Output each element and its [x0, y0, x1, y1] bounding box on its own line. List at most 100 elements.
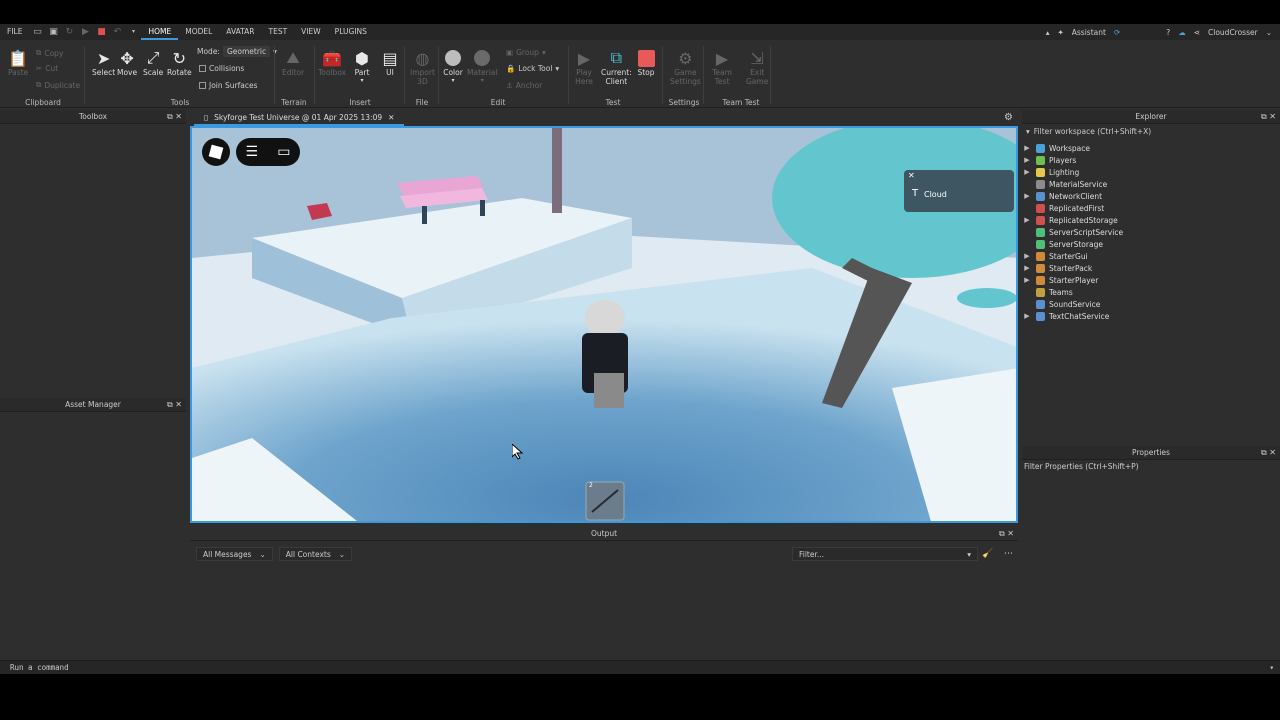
- sync-icon[interactable]: ⟳: [1114, 28, 1120, 37]
- menu-test[interactable]: TEST: [262, 24, 295, 40]
- toolbox-button[interactable]: 🧰 Toolbox: [318, 48, 346, 78]
- properties-filter[interactable]: Filter Properties (Ctrl+Shift+P): [1024, 462, 1274, 474]
- explorer-item[interactable]: MaterialService: [1022, 178, 1278, 190]
- team-test-button[interactable]: ▶ Team Test: [712, 48, 732, 87]
- menu-home[interactable]: HOME: [141, 24, 179, 40]
- play-here-button[interactable]: ▶ Play Here: [574, 48, 594, 87]
- scale-button[interactable]: ⤢ Scale: [143, 48, 163, 77]
- expand-arrow-icon[interactable]: ▶: [1022, 252, 1032, 260]
- menu-avatar[interactable]: AVATAR: [219, 24, 261, 40]
- current-client-button[interactable]: ⧉ Current: Client: [601, 48, 632, 86]
- material-button[interactable]: Material ▾: [467, 48, 497, 84]
- menu-view[interactable]: VIEW: [294, 24, 328, 40]
- close-icon[interactable]: ✕: [175, 400, 182, 409]
- pop-out-icon[interactable]: ⧉: [999, 529, 1005, 538]
- cloud-icon[interactable]: ☁: [1178, 28, 1186, 37]
- expand-arrow-icon[interactable]: ▶: [1022, 156, 1032, 164]
- stop-icon[interactable]: ■: [96, 27, 106, 37]
- explorer-item[interactable]: Teams: [1022, 286, 1278, 298]
- group-button[interactable]: ▣ Group ▾: [506, 48, 546, 57]
- share-icon[interactable]: ⋖: [1194, 28, 1200, 37]
- menu-plugins[interactable]: PLUGINS: [328, 24, 374, 40]
- username[interactable]: CloudCrosser: [1208, 28, 1258, 37]
- collapse-ribbon-icon[interactable]: ▴: [1046, 28, 1050, 37]
- expand-arrow-icon[interactable]: ▶: [1022, 276, 1032, 284]
- explorer-item[interactable]: ▶ Players: [1022, 154, 1278, 166]
- assistant-icon[interactable]: ✦: [1057, 28, 1063, 37]
- output-filter-input[interactable]: Filter... ▾: [792, 547, 978, 561]
- chevron-down-icon[interactable]: ▾: [1269, 661, 1274, 675]
- explorer-item[interactable]: ServerStorage: [1022, 238, 1278, 250]
- new-file-icon[interactable]: ▭: [32, 27, 42, 37]
- cut-button[interactable]: ✂ Cut: [36, 64, 58, 73]
- viewport-settings-icon[interactable]: ⚙: [1004, 112, 1013, 123]
- collisions-toggle[interactable]: Collisions: [199, 64, 244, 73]
- undo-icon[interactable]: ↶: [112, 27, 122, 37]
- explorer-filter[interactable]: ▾ Filter workspace (Ctrl+Shift+X): [1026, 125, 1276, 137]
- expand-arrow-icon[interactable]: ▶: [1022, 216, 1032, 224]
- assistant-label[interactable]: Assistant: [1072, 28, 1106, 37]
- terrain-editor-button[interactable]: ⛰ Editor: [282, 48, 304, 77]
- explorer-item[interactable]: ▶ Workspace: [1022, 142, 1278, 154]
- close-icon[interactable]: ✕: [1269, 448, 1276, 457]
- clear-output-icon[interactable]: 🧹: [982, 549, 993, 559]
- rotate-button[interactable]: ↻ Rotate: [167, 48, 192, 78]
- roblox-menu-button[interactable]: [202, 138, 230, 166]
- pop-out-icon[interactable]: ⧉: [1261, 112, 1267, 121]
- copy-button[interactable]: ⧉ Copy: [36, 48, 63, 58]
- join-surfaces-checkbox[interactable]: [199, 82, 206, 89]
- expand-arrow-icon[interactable]: ▶: [1022, 264, 1032, 272]
- dropdown-icon[interactable]: ▾: [128, 27, 138, 37]
- join-surfaces-toggle[interactable]: Join Surfaces: [199, 81, 258, 90]
- tab-place[interactable]: ▯ Skyforge Test Universe @ 01 Apr 2025 1…: [194, 110, 405, 126]
- menu-file[interactable]: FILE: [0, 24, 29, 40]
- contexts-dropdown[interactable]: All Contexts ⌄: [278, 547, 353, 561]
- move-button[interactable]: ✥ Move: [117, 48, 137, 78]
- expand-arrow-icon[interactable]: ▶: [1022, 312, 1032, 320]
- explorer-item[interactable]: ReplicatedFirst: [1022, 202, 1278, 214]
- pop-out-icon[interactable]: ⧉: [1261, 448, 1267, 457]
- part-button[interactable]: ⬢ Part ▾: [352, 48, 372, 85]
- menu-model[interactable]: MODEL: [178, 24, 219, 40]
- close-icon[interactable]: ✕: [908, 171, 915, 180]
- more-options-icon[interactable]: ⋯: [1004, 549, 1013, 559]
- explorer-item[interactable]: ▶ StarterPack: [1022, 262, 1278, 274]
- explorer-item[interactable]: ▶ Lighting: [1022, 166, 1278, 178]
- expand-icon[interactable]: ⌄: [1266, 28, 1272, 37]
- lock-tool-button[interactable]: 🔒 Lock Tool ▾: [506, 64, 559, 73]
- pop-out-icon[interactable]: ⧉: [167, 112, 173, 121]
- expand-arrow-icon[interactable]: ▶: [1022, 144, 1032, 152]
- redo-icon[interactable]: ↻: [64, 27, 74, 37]
- open-file-icon[interactable]: ▣: [48, 27, 58, 37]
- duplicate-button[interactable]: ⧉ Duplicate: [36, 80, 80, 90]
- ui-button[interactable]: ▤ UI: [380, 48, 400, 78]
- explorer-item[interactable]: ▶ TextChatService: [1022, 310, 1278, 322]
- import-3d-button[interactable]: ◍ Import 3D: [410, 48, 435, 87]
- explorer-item[interactable]: ▶ NetworkClient: [1022, 190, 1278, 202]
- explorer-item[interactable]: ▶ ReplicatedStorage: [1022, 214, 1278, 226]
- explorer-item[interactable]: SoundService: [1022, 298, 1278, 310]
- close-icon[interactable]: ✕: [175, 112, 182, 121]
- close-icon[interactable]: ✕: [1269, 112, 1276, 121]
- messages-dropdown[interactable]: All Messages ⌄: [196, 547, 273, 561]
- select-button[interactable]: ➤ Select: [92, 48, 115, 78]
- collisions-checkbox[interactable]: [199, 65, 206, 72]
- anchor-button[interactable]: ⚓ Anchor: [506, 81, 542, 90]
- close-icon[interactable]: ✕: [1007, 529, 1014, 538]
- play-icon[interactable]: ▶: [80, 27, 90, 37]
- hamburger-menu-icon[interactable]: ☰: [246, 144, 259, 160]
- mode-selector[interactable]: Mode: Geometric ▾: [197, 46, 277, 57]
- expand-arrow-icon[interactable]: ▶: [1022, 168, 1032, 176]
- mode-value[interactable]: Geometric: [222, 46, 271, 57]
- game-viewport[interactable]: 2 ☰ ▭ ✕ T Cloud: [190, 126, 1018, 523]
- expand-arrow-icon[interactable]: ▶: [1022, 192, 1032, 200]
- pop-out-icon[interactable]: ⧉: [167, 400, 173, 409]
- close-icon[interactable]: ✕: [388, 110, 394, 124]
- color-button[interactable]: Color ▾: [443, 48, 463, 84]
- exit-game-button[interactable]: ⇲ Exit Game: [746, 48, 768, 87]
- paste-button[interactable]: 📋 Paste: [8, 48, 28, 78]
- explorer-item[interactable]: ▶ StarterGui: [1022, 250, 1278, 262]
- stop-button[interactable]: Stop: [636, 48, 656, 77]
- help-icon[interactable]: ?: [1166, 28, 1170, 37]
- explorer-item[interactable]: ServerScriptService: [1022, 226, 1278, 238]
